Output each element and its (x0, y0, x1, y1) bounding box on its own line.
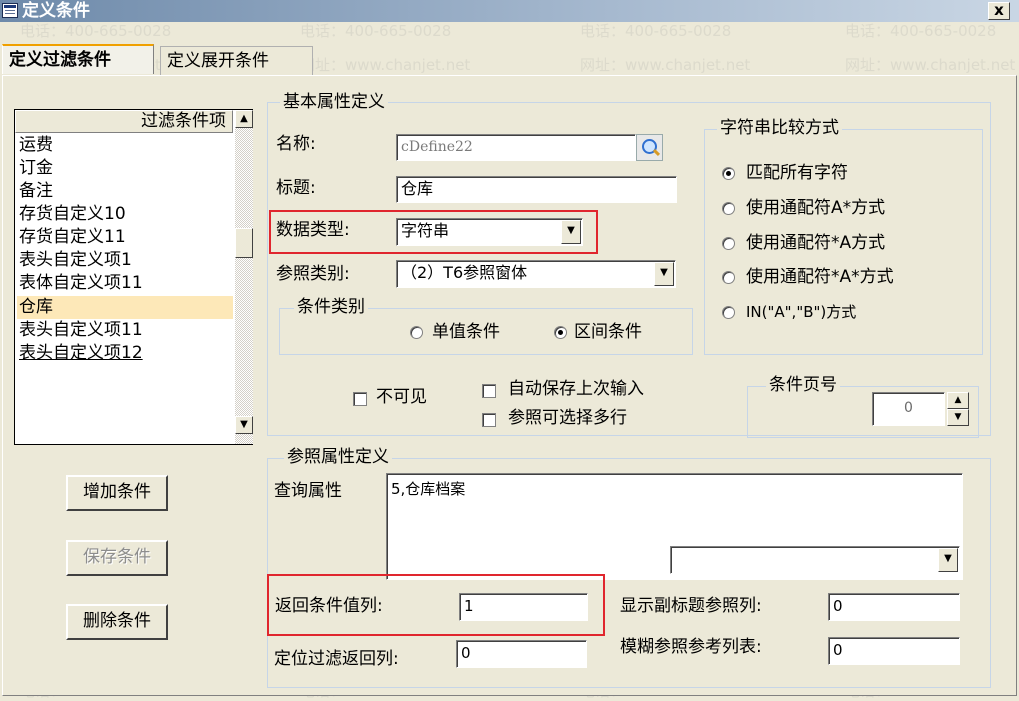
caption-field[interactable]: 仓库 (396, 176, 677, 203)
tab-label: 定义展开条件 (167, 51, 269, 71)
triangle-down-icon: ▼ (240, 419, 248, 430)
compare-option-label: 使用通配符*A*方式 (746, 267, 894, 287)
scroll-down-button[interactable]: ▼ (235, 416, 253, 434)
cond-type-group-title: 条件类别 (294, 297, 368, 317)
list-item[interactable]: 备注 (17, 180, 233, 203)
scroll-up-button[interactable]: ▲ (235, 110, 253, 128)
name-field[interactable]: cDefine22 (396, 134, 636, 161)
watermark-phone: 电话：400-665-0028 (845, 22, 997, 40)
window-title: 定义条件 (22, 1, 90, 21)
save-condition-button[interactable]: 保存条件 (66, 540, 168, 576)
string-compare-title: 字符串比较方式 (717, 118, 842, 138)
autosave-checkbox[interactable] (482, 384, 496, 398)
compare-option-label: IN("A","B")方式 (746, 303, 857, 321)
basic-attr-group-title: 基本属性定义 (280, 92, 388, 112)
window-icon (2, 3, 18, 18)
list-item[interactable]: 订金 (17, 157, 233, 180)
watermark-phone: 电话：400-665-0028 (20, 22, 172, 40)
tab-label: 定义过滤条件 (9, 50, 111, 70)
list-scrollbar[interactable]: ▲ ▼ (235, 110, 253, 444)
subtitle-col-label: 显示副标题参照列: (620, 596, 762, 616)
return-col-label: 返回条件值列: (275, 596, 383, 616)
watermark-phone: 电话：400-665-0028 (580, 22, 732, 40)
list-item-selected[interactable]: 仓库 (17, 296, 233, 319)
compare-radio-1[interactable] (722, 202, 735, 215)
multi-select-checkbox[interactable] (482, 413, 496, 427)
compare-radio-4[interactable] (722, 306, 735, 319)
watermark-site: 网址：www.chanjet.net (300, 56, 471, 74)
range-radio[interactable] (554, 326, 567, 339)
compare-radio-0[interactable] (722, 167, 735, 180)
fuzzy-ref-field[interactable]: 0 (828, 637, 960, 665)
range-label: 区间条件 (574, 322, 642, 342)
chevron-down-icon[interactable]: ▼ (561, 220, 581, 244)
spin-down-button[interactable]: ▼ (947, 409, 969, 426)
autosave-label: 自动保存上次输入 (508, 379, 644, 399)
name-label: 名称: (276, 134, 316, 154)
datatype-select[interactable]: 字符串 ▼ (396, 218, 583, 246)
query-attr-label: 查询属性 (274, 481, 342, 501)
watermark-phone: 电话：400-665-0028 (300, 22, 452, 40)
list-item[interactable]: 表头自定义项1 (17, 249, 233, 272)
ref-attr-group-title: 参照属性定义 (284, 447, 392, 467)
list-item[interactable]: 存货自定义10 (17, 203, 233, 226)
compare-radio-3[interactable] (722, 271, 735, 284)
list-header: 过滤条件项 (15, 110, 233, 133)
chevron-down-icon[interactable]: ▼ (938, 548, 958, 572)
invisible-checkbox[interactable] (353, 392, 367, 406)
close-icon: x (994, 1, 1004, 19)
page-number-title: 条件页号 (766, 375, 840, 395)
name-lookup-button[interactable] (636, 134, 663, 161)
ref-type-select[interactable]: （2）T6参照窗体 ▼ (396, 260, 676, 288)
list-item[interactable]: 表头自定义项11 (17, 319, 233, 342)
delete-condition-button[interactable]: 删除条件 (66, 604, 168, 640)
return-col-field[interactable]: 1 (459, 593, 588, 621)
multi-select-label: 参照可选择多行 (508, 408, 627, 428)
close-button[interactable]: x (988, 2, 1010, 20)
watermark-site: 网址：www.chanjet.net (845, 56, 1016, 74)
triangle-up-icon: ▲ (954, 395, 962, 405)
datatype-value: 字符串 (401, 221, 450, 240)
filter-item-listbox[interactable]: 过滤条件项 运费 订金 备注 存货自定义10 存货自定义11 表头自定义项1 表… (14, 109, 253, 445)
tab-filter-conditions[interactable]: 定义过滤条件 (2, 44, 154, 74)
compare-option-label: 匹配所有字符 (746, 163, 848, 183)
single-value-label: 单值条件 (432, 322, 500, 342)
caption-label: 标题: (276, 178, 316, 198)
add-condition-button[interactable]: 增加条件 (66, 475, 168, 511)
chevron-down-icon[interactable]: ▼ (654, 262, 674, 286)
query-attr-select[interactable]: ▼ (670, 546, 960, 574)
page-number-field[interactable]: 0 (872, 392, 945, 426)
triangle-up-icon: ▲ (240, 113, 248, 124)
locate-col-label: 定位过滤返回列: (274, 649, 399, 669)
locate-col-field[interactable]: 0 (456, 640, 587, 668)
compare-option-label: 使用通配符A*方式 (746, 198, 886, 218)
scroll-thumb[interactable] (235, 228, 253, 258)
ref-type-value: （2）T6参照窗体 (401, 263, 528, 282)
compare-option-label: 使用通配符*A方式 (746, 233, 886, 253)
compare-radio-2[interactable] (722, 237, 735, 250)
tab-expand-conditions[interactable]: 定义展开条件 (160, 46, 313, 75)
list-item[interactable]: 存货自定义11 (17, 226, 233, 249)
list-item[interactable]: 表头自定义项12 (17, 342, 233, 365)
watermark-site: 网址：www.chanjet.net (580, 56, 751, 74)
title-bar[interactable]: 定义条件 x (0, 0, 1019, 22)
subtitle-col-field[interactable]: 0 (828, 593, 960, 621)
fuzzy-ref-label: 模糊参照参考列表: (620, 637, 762, 657)
triangle-down-icon: ▼ (954, 412, 962, 422)
datatype-label: 数据类型: (276, 220, 350, 240)
invisible-label: 不可见 (376, 387, 427, 407)
single-value-radio[interactable] (410, 326, 423, 339)
ref-type-label: 参照类别: (276, 264, 350, 284)
list-item[interactable]: 运费 (17, 134, 233, 157)
spin-up-button[interactable]: ▲ (947, 392, 969, 409)
list-item[interactable]: 表体自定义项11 (17, 272, 233, 295)
